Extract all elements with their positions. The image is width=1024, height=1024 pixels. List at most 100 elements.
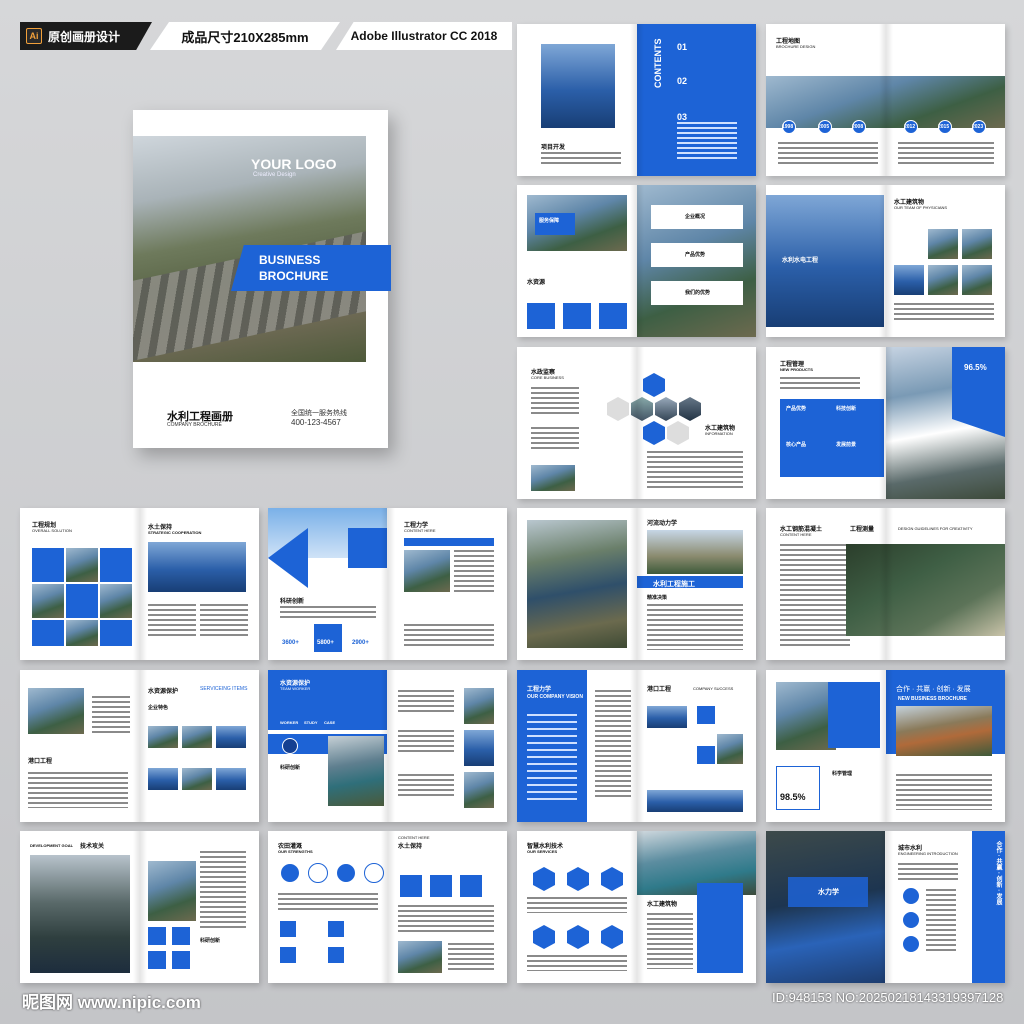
thumb-photo [464, 730, 494, 766]
band-title: 水利工程施工 [653, 581, 695, 588]
header-bar [404, 538, 494, 546]
stat-tile [314, 624, 342, 652]
hex-tile [667, 421, 689, 445]
spread-subtitle: OUR SERVICES [527, 849, 558, 854]
contents-title: CONTENTS [653, 38, 663, 89]
spread-title-2: 水工建筑物 [647, 902, 678, 908]
icon-circle [902, 911, 920, 929]
spread-subtitle: OVERALL SOLUTION [32, 528, 72, 533]
blue-panel [348, 528, 387, 568]
text-lines [898, 142, 994, 166]
cover-band-line2: BROCHURE [259, 269, 329, 283]
year-6: 2023 [972, 124, 984, 130]
text-lines [398, 690, 454, 714]
spread-title: 工程力学 [527, 687, 552, 693]
cover-phone: 400-123-4567 [291, 418, 341, 427]
bridge-photo [647, 530, 743, 574]
thumb-photo [717, 734, 743, 764]
text-lines [780, 377, 860, 391]
cover-logo: YOUR LOGO [251, 156, 337, 172]
icon-circle [364, 863, 384, 883]
percent-value: 96.5% [964, 363, 987, 372]
icon-tile [527, 303, 555, 329]
spread-title: 港口工程 [28, 759, 53, 765]
icon-circle [280, 863, 300, 883]
spread-caption: 项目开发 [541, 145, 566, 151]
text-lines [398, 905, 494, 933]
info-card-2: 产品优势 [685, 252, 706, 258]
tag-original-label: 原创画册设计 [48, 29, 121, 44]
spread-port-engineering: 港口工程 水资源保护 SERVICEING ITEMS 企业特色 [20, 670, 259, 822]
contents-num-2: 02 [677, 76, 688, 86]
thumb-photo [962, 265, 992, 295]
thumb-photo [182, 726, 212, 748]
thumb-photo [216, 726, 246, 748]
icon-tile [172, 951, 190, 969]
hex-icon [601, 867, 623, 891]
brochure-cover: YOUR LOGO Creative Design BUSINESS BROCH… [133, 110, 391, 448]
tag-original-design: Ai 原创画册设计 [20, 22, 152, 50]
stat-1: 3600+ [282, 640, 299, 646]
hex-icon [533, 925, 555, 949]
feature-4: 发展前景 [836, 442, 857, 448]
hex-icon [567, 925, 589, 949]
spread-hydraulic-structures: 水利水电工程 水工建筑物 OUR TEAM OF PHYSICIANS [766, 185, 1005, 337]
info-card-3: 我们的优势 [685, 290, 711, 296]
blue-column [697, 883, 743, 973]
text-lines [454, 550, 494, 592]
dam-photo [148, 861, 196, 921]
item-label: 企业特色 [148, 705, 169, 711]
contents-num-3: 03 [677, 112, 688, 122]
structure-tag-sub: INFORMATION [705, 431, 733, 436]
year-2: 2005 [818, 124, 830, 130]
text-lines [200, 604, 248, 638]
cover-band-line1: BUSINESS [259, 253, 321, 267]
text-lines [398, 774, 454, 798]
percent-value: 98.5% [780, 792, 806, 802]
feature-2: 科技创新 [836, 406, 857, 412]
spread-subtitle: BROCHURE DESIGN [776, 44, 816, 49]
side-caption: 科研创新 [200, 938, 221, 944]
hex-tile [631, 397, 653, 421]
thumb-photo [464, 688, 494, 724]
icon-tile [697, 746, 715, 764]
icon-tile [697, 706, 715, 724]
dam-lake-photo [30, 855, 130, 973]
vision-lines [527, 714, 577, 804]
spread-title: 技术攻关 [80, 844, 105, 850]
icon-tile [400, 875, 422, 897]
spread-subtitle: OUR COMPANY VISION [527, 694, 583, 700]
tab-worker: WORKER [280, 720, 299, 725]
spread-subtitle-2: DESIGN GUIDELINES FOR CREATIVITY [898, 526, 973, 531]
spread-title-2: 港口工程 [647, 687, 672, 693]
spread-subtitle: ENGINEERING INTRODUCTION [898, 851, 958, 856]
mountain-lake-photo [766, 831, 885, 983]
illustrator-icon: Ai [26, 28, 42, 44]
text-lines [200, 851, 246, 931]
icon-circle [902, 887, 920, 905]
left-caption: 科研创新 [280, 765, 301, 771]
dam-photo [776, 682, 836, 750]
small-photo [531, 465, 575, 491]
hex-icon [601, 925, 623, 949]
spread-title: 河流动力学 [647, 521, 678, 527]
header-bar: Ai 原创画册设计 成品尺寸210X285mm Adobe Illustrato… [0, 22, 512, 50]
icon-tile [148, 927, 166, 945]
text-lines [926, 889, 956, 953]
grid-tile [100, 548, 132, 582]
thumb-photo [928, 229, 958, 259]
spread-title-2: 水资源保护 [148, 689, 179, 695]
canal-photo [328, 736, 384, 806]
spread-title-2: 工程测量 [850, 527, 875, 533]
tag-size: 成品尺寸210X285mm [150, 22, 340, 50]
spread-subtitle-2: STRATEGIC COOPERATION [148, 530, 202, 535]
blue-panel [828, 682, 880, 748]
spread-map: 工程地图 BROCHURE DESIGN 1998 2005 2008 2012… [766, 24, 1005, 176]
hex-tile [655, 397, 677, 421]
thumb-photo [962, 229, 992, 259]
spread-subtitle: TEAM WORKER [280, 686, 311, 691]
icon-tile [328, 921, 344, 937]
text-lines [541, 152, 621, 166]
year-1: 1998 [782, 124, 794, 130]
spread-water-supervision: 水政监察 CORE BUSINESS 水工建筑物 INFORMATION [517, 347, 756, 499]
